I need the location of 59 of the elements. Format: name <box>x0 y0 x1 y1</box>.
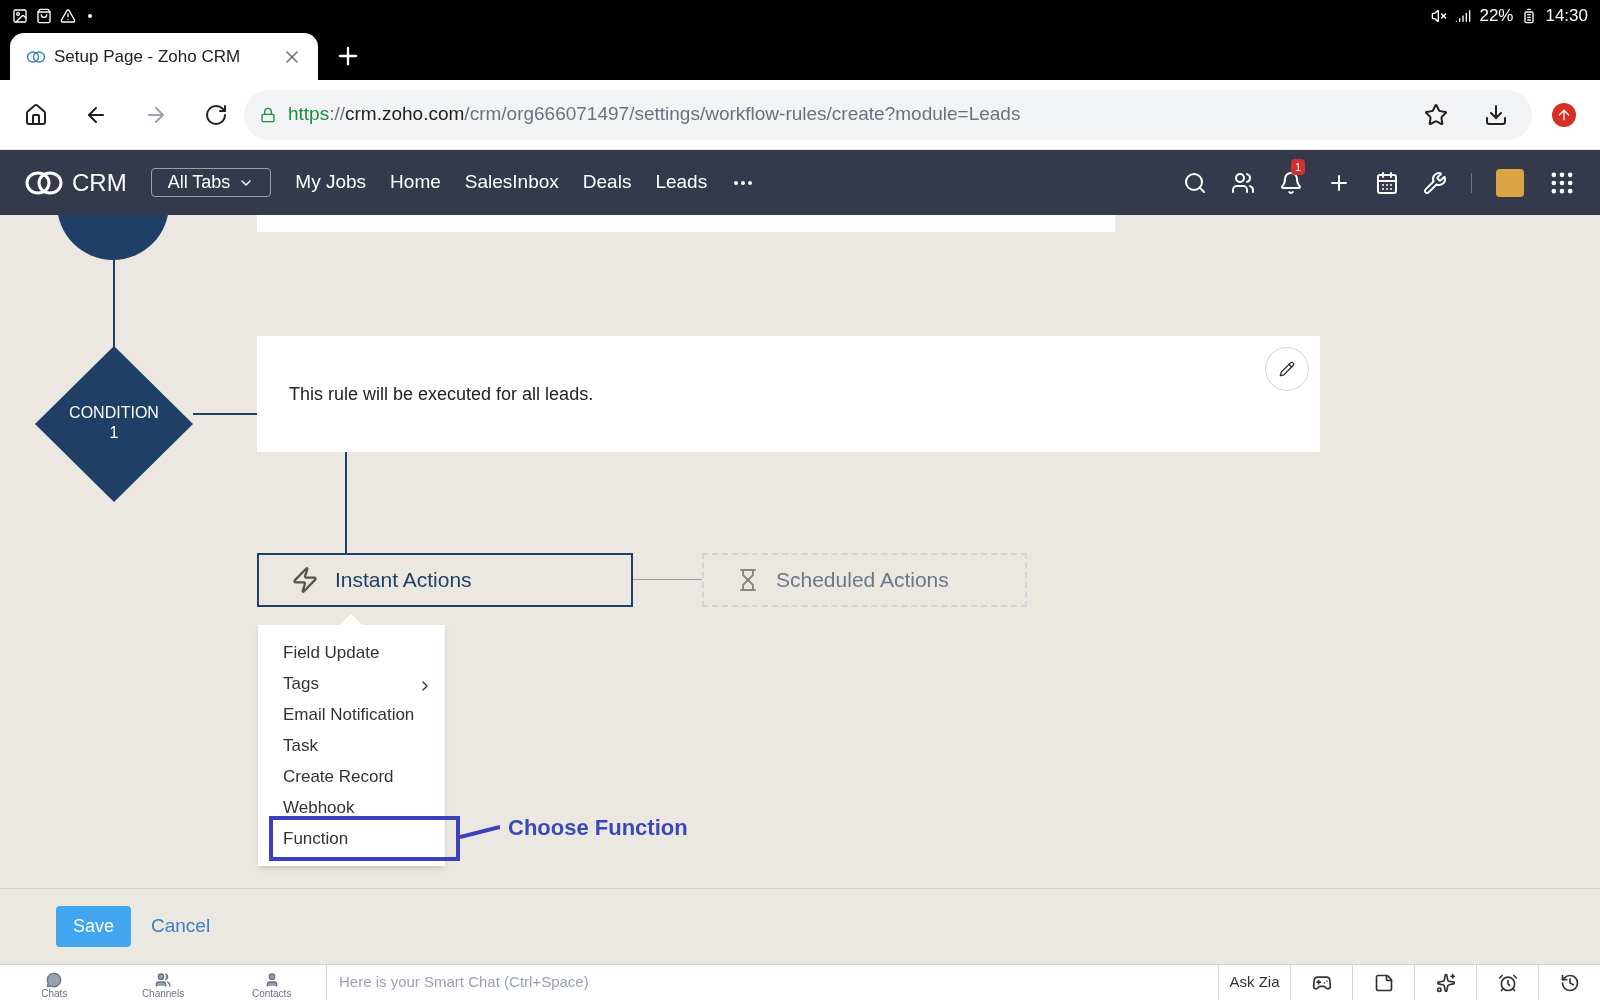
browser-tab[interactable]: Setup Page - Zoho CRM <box>10 33 318 80</box>
calendar-icon[interactable] <box>1375 170 1399 195</box>
connector-line <box>193 413 257 415</box>
instant-actions-button[interactable]: Instant Actions <box>257 553 633 607</box>
nav-link[interactable]: My Jobs <box>295 168 367 197</box>
clock-time: 14:30 <box>1545 4 1588 27</box>
smart-chat-field[interactable]: Here is your Smart Chat (Ctrl+Space) <box>327 965 1218 1000</box>
condition-label: CONDITION 1 <box>68 403 160 443</box>
lightning-icon <box>291 566 319 594</box>
download-icon[interactable] <box>1484 102 1508 127</box>
menu-item[interactable]: Email Notification <box>258 699 445 730</box>
menu-item[interactable]: Task <box>258 730 445 761</box>
all-tabs-dropdown[interactable]: All Tabs <box>150 168 272 197</box>
nav-link[interactable]: Leads <box>655 168 708 197</box>
logo-rings-icon <box>26 48 46 65</box>
warning-icon <box>60 7 76 24</box>
home-icon[interactable] <box>24 102 48 127</box>
notification-badge: 1 <box>1291 158 1306 175</box>
avatar-placeholder[interactable] <box>1496 168 1524 197</box>
sparkle-icon[interactable] <box>1435 972 1456 993</box>
bell-icon[interactable] <box>1279 170 1303 195</box>
signal-icon <box>1455 7 1472 24</box>
note-icon[interactable] <box>1373 972 1394 993</box>
leader-line <box>460 825 500 839</box>
nav-link[interactable]: SalesInbox <box>464 168 559 197</box>
image-icon <box>12 7 28 24</box>
chat-icon <box>46 972 63 988</box>
chat-tab[interactable]: Channels <box>108 965 218 1000</box>
cancel-link[interactable]: Cancel <box>151 912 211 941</box>
address-field[interactable]: https://crm.zoho.com/crm/org666071497/settings/workflow-rules/create?module=Leads <box>244 89 1532 140</box>
tools-icon[interactable] <box>1423 170 1447 195</box>
menu-item[interactable]: Webhook <box>258 792 445 823</box>
bag-icon <box>36 7 52 24</box>
ask-zia-button[interactable]: Ask Zia <box>1218 965 1290 1000</box>
scheduled-actions-button[interactable]: Scheduled Actions <box>702 553 1027 607</box>
reload-icon[interactable] <box>204 102 228 127</box>
channels-icon <box>155 972 171 988</box>
search-icon[interactable] <box>1183 170 1207 195</box>
connector-line <box>633 579 702 580</box>
menu-item[interactable]: Field Update <box>258 637 445 668</box>
crm-logo-text: CRM <box>72 167 127 198</box>
menu-item[interactable]: Create Record <box>258 761 445 792</box>
lock-icon <box>260 106 276 123</box>
star-icon[interactable] <box>1424 102 1448 127</box>
menu-item[interactable]: Function <box>258 823 445 854</box>
mute-icon <box>1431 7 1448 24</box>
upload-badge-icon[interactable] <box>1552 102 1576 127</box>
chat-tab[interactable]: Chats <box>0 965 109 1000</box>
edit-icon <box>1279 361 1295 377</box>
nav-link[interactable]: Deals <box>582 168 632 197</box>
alarm-icon[interactable] <box>1497 972 1518 993</box>
history-icon[interactable] <box>1559 972 1580 993</box>
people-icon[interactable] <box>1231 170 1255 195</box>
menu-item[interactable]: Tags <box>258 668 445 699</box>
nav-link[interactable]: Home <box>390 168 441 197</box>
annotation-text: Choose Function <box>508 814 688 842</box>
condition-text: This rule will be executed for all leads. <box>289 382 594 406</box>
battery-percent: 22% <box>1479 4 1514 27</box>
chat-tab[interactable]: Contacts <box>217 965 326 1000</box>
